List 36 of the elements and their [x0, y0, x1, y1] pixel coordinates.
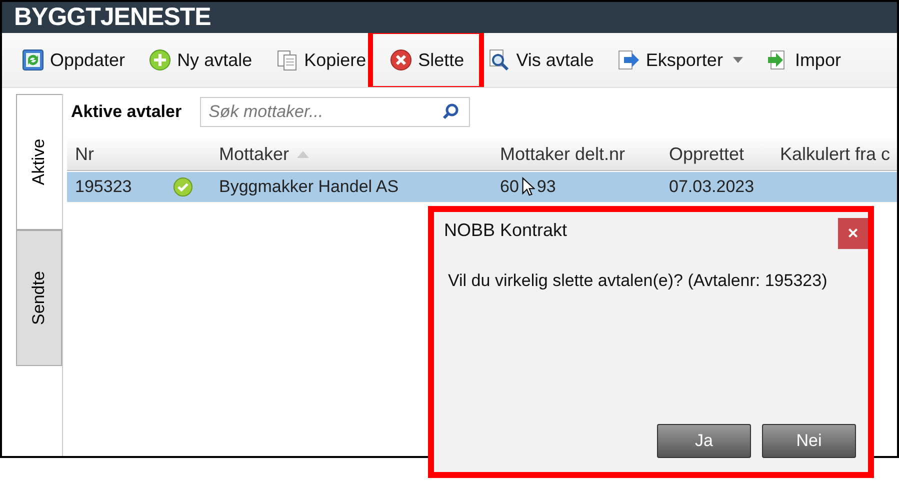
plus-icon [149, 49, 172, 71]
side-tab[interactable]: Sendte [16, 230, 62, 366]
toolbar-button[interactable]: Kopiere [270, 45, 372, 75]
column-header[interactable]: Nr [67, 144, 94, 164]
column-header[interactable]: Kalkulert fra c [772, 144, 890, 164]
column-header[interactable]: Mottaker [211, 144, 310, 164]
dialog-message: Vil du virkelig slette avtalen(e)? (Avtalenr: 195323) [447, 271, 828, 291]
dialog-button[interactable]: Nei [762, 424, 856, 458]
table-cell: Byggmakker Handel AS [219, 177, 399, 197]
search-icon [488, 49, 510, 71]
search-field[interactable]: Søk mottaker... [200, 97, 470, 127]
toolbar-button[interactable]: Oppdater [16, 45, 132, 75]
dialog-button[interactable]: Ja [657, 424, 751, 458]
table-row[interactable]: 195323 Byggmakker Handel AS 60 93 07.03.2023 [67, 172, 897, 202]
toolbar-button[interactable]: Impor [760, 45, 847, 75]
toolbar-button[interactable]: Eksporter [612, 45, 749, 75]
column-header[interactable]: Opprettet [661, 144, 744, 164]
table-cell-fragment: 93 [536, 177, 556, 197]
documents-icon [276, 49, 298, 71]
table-cell: 195323 [75, 177, 132, 197]
app-title: BYGGTJENESTE [14, 3, 211, 32]
table-cell: 07.03.2023 [669, 177, 754, 197]
column-header[interactable]: Mottaker delt.nr [492, 144, 626, 164]
cursor-icon [522, 176, 535, 198]
table-cell-fragment: 60 [500, 177, 519, 197]
export-icon [618, 49, 640, 71]
refresh-icon [22, 49, 44, 71]
dialog-title: NOBB Kontrakt [444, 220, 568, 241]
toolbar-button[interactable]: Slette [384, 45, 470, 75]
close-icon [390, 49, 412, 71]
toolbar-button[interactable]: Ny avtale [143, 45, 258, 75]
close-button[interactable]: × [838, 218, 868, 249]
search-icon [442, 103, 460, 121]
side-tab[interactable]: Aktive [16, 94, 62, 230]
toolbar-button[interactable]: Vis avtale [482, 45, 600, 75]
panel-title: Aktive avtaler [71, 102, 182, 122]
